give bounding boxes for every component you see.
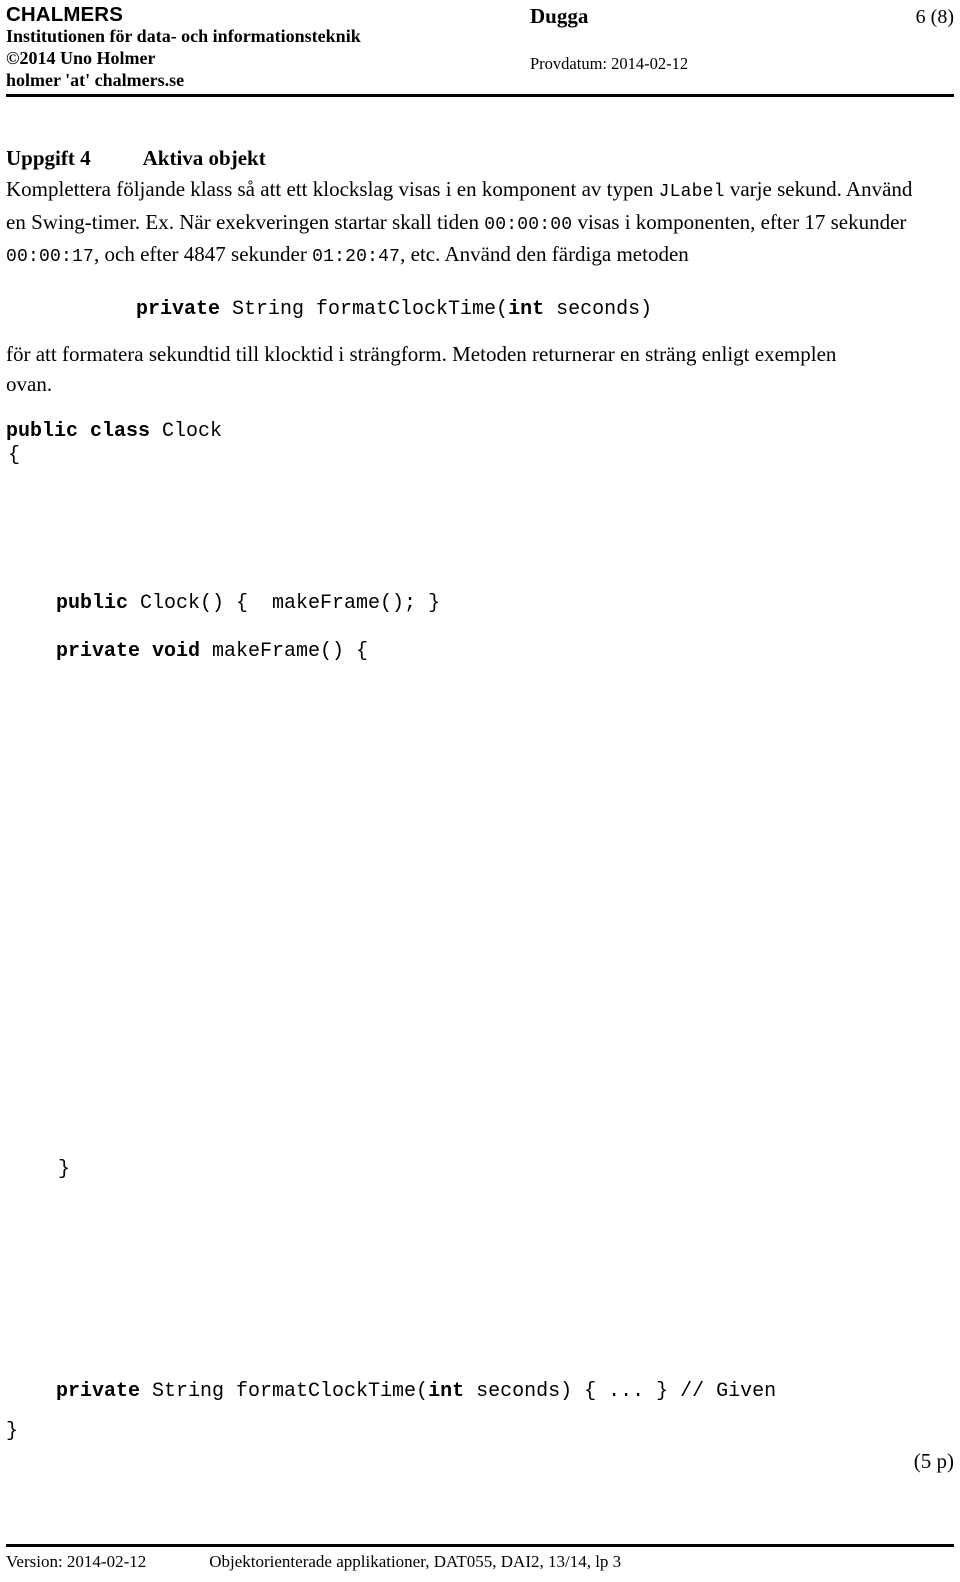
signature-middle: String formatClockTime( xyxy=(220,298,509,321)
code-line-class-open-brace: { xyxy=(8,444,21,467)
task-points: (5 p) xyxy=(913,1449,954,1473)
paragraph1-text-4: , och efter 4847 sekunder xyxy=(94,242,313,266)
code-line-formatclocktime: private String formatClockTime(int secon… xyxy=(56,1380,776,1404)
institution-name: CHALMERS xyxy=(6,3,123,26)
signature-keyword-int: int xyxy=(508,298,545,321)
code-line-makeframe-close-brace: } xyxy=(58,1158,71,1181)
code-line-class-close-brace: } xyxy=(6,1420,19,1443)
task-title: Aktiva objekt xyxy=(142,146,266,170)
code-keyword-private-void: private void xyxy=(56,640,201,663)
signature-keyword-private: private xyxy=(136,298,221,321)
page-header: CHALMERS Institutionen för data- och inf… xyxy=(6,4,954,96)
page-footer: Version: 2014-02-12 Objektorienterade app… xyxy=(6,1551,954,1573)
code-formatclocktime-tail: seconds) { ... } // Given xyxy=(464,1380,777,1403)
document-title: Dugga xyxy=(530,4,589,28)
code-span-time-4847: 01:20:47 xyxy=(312,247,401,267)
page-number: 6 (8) xyxy=(915,6,954,28)
exam-page: CHALMERS Institutionen för data- och inf… xyxy=(0,0,960,1582)
paragraph1-text-5: , etc. Använd den färdiga metoden xyxy=(400,242,689,266)
code-constructor-body: Clock() { makeFrame(); } xyxy=(128,592,441,615)
footer-course: Objektorienterade applikationer, DAT055,… xyxy=(209,1552,622,1571)
department-name: Institutionen för data- och informations… xyxy=(6,26,361,46)
task-paragraph-1: Komplettera följande klass så att ett kl… xyxy=(6,175,936,273)
copyright-line: ©2014 Uno Holmer xyxy=(6,48,156,68)
header-left-block: CHALMERS Institutionen för data- och inf… xyxy=(6,4,526,91)
code-keyword-public-class: public class xyxy=(6,420,151,443)
footer-divider xyxy=(6,1544,954,1547)
code-keyword-private: private xyxy=(56,1380,141,1403)
code-line-makeframe: private void makeFrame() { xyxy=(56,640,368,664)
task-paragraph-2: för att formatera sekundtid till klockti… xyxy=(6,342,837,396)
task-heading: Uppgift 4 Aktiva objekt xyxy=(6,146,266,171)
code-span-time-17: 00:00:17 xyxy=(6,247,95,267)
footer-version: Version: 2014-02-12 xyxy=(6,1552,147,1571)
code-line-class-declaration: public class Clock xyxy=(6,420,222,444)
code-span-time-start: 00:00:00 xyxy=(484,214,573,235)
code-formatclocktime-middle: String formatClockTime( xyxy=(140,1380,429,1403)
author-email: holmer 'at' chalmers.se xyxy=(6,70,185,90)
signature-tail: seconds) xyxy=(544,298,653,321)
paragraph1-text-1: Komplettera följande klass så att ett kl… xyxy=(6,177,659,201)
task-number: Uppgift 4 xyxy=(6,146,91,170)
header-divider xyxy=(6,94,954,97)
method-signature: private String formatClockTime(int secon… xyxy=(136,298,652,322)
paragraph1-text-3: visas i komponenten, efter 17 sekunder xyxy=(572,209,907,234)
code-line-constructor: public Clock() { makeFrame(); } xyxy=(56,592,440,616)
code-class-name: Clock xyxy=(150,420,223,443)
code-makeframe-body: makeFrame() { xyxy=(200,640,369,663)
exam-date: Provdatum: 2014-02-12 xyxy=(530,54,689,73)
code-keyword-public: public xyxy=(56,592,129,615)
code-span-jlabel: JLabel xyxy=(658,182,725,202)
code-keyword-int: int xyxy=(428,1380,465,1403)
